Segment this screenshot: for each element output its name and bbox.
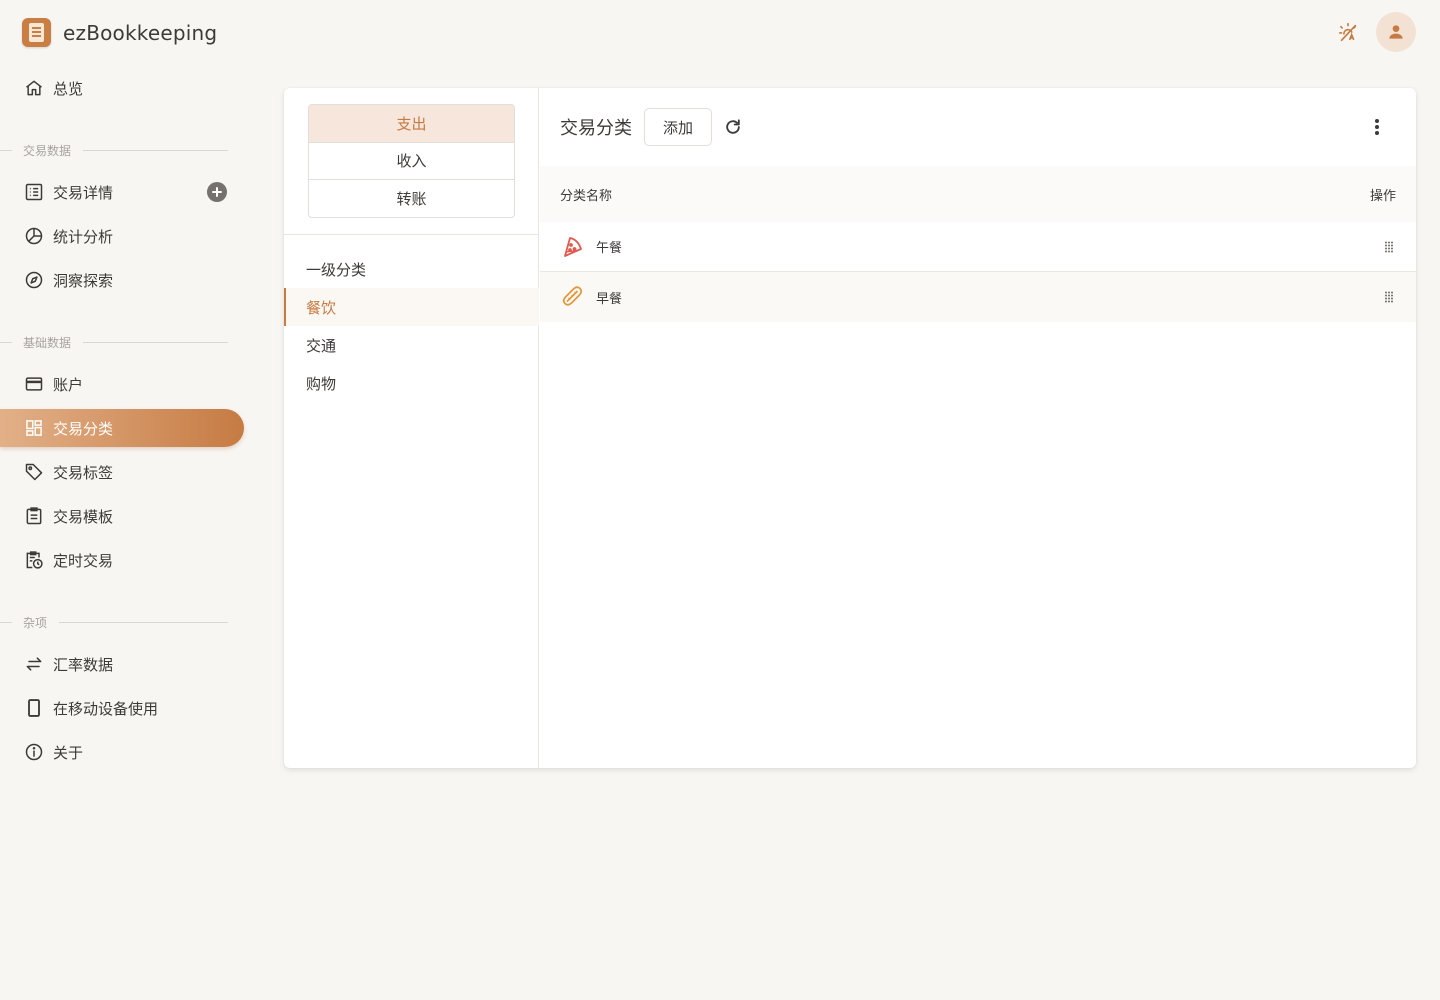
mobile-phone-icon: [23, 697, 45, 719]
plus-icon: [212, 187, 222, 197]
sidebar-item-label: 洞察探索: [53, 271, 114, 290]
compass-icon: [23, 269, 45, 291]
theme-toggle-button[interactable]: [1328, 12, 1368, 52]
sidebar-item-label: 关于: [53, 743, 84, 762]
more-vertical-icon: [1375, 119, 1379, 135]
credit-card-icon: [23, 373, 45, 395]
pie-chart-icon: [23, 225, 45, 247]
sidebar-item-overview[interactable]: 总览: [0, 69, 244, 107]
table-header: 分类名称 操作: [540, 166, 1416, 222]
section-header-misc: 杂项: [0, 614, 228, 630]
section-header-basic-data: 基础数据: [0, 334, 228, 350]
home-icon: [23, 77, 45, 99]
pizza-icon: [560, 234, 586, 260]
more-options-button[interactable]: [1358, 108, 1396, 146]
sidebar-item-label: 账户: [53, 375, 84, 394]
column-header-actions: 操作: [1369, 188, 1396, 204]
drag-handle-icon[interactable]: [1384, 291, 1394, 303]
type-button-income[interactable]: 收入: [309, 143, 514, 180]
list-details-icon: [23, 181, 45, 203]
sidebar-item-insights[interactable]: 洞察探索: [0, 261, 244, 299]
app-logo: [22, 18, 51, 47]
sidebar-item-templates[interactable]: 交易模板: [0, 497, 244, 535]
hotdog-icon: [560, 284, 586, 310]
user-avatar-button[interactable]: [1376, 12, 1416, 52]
sidebar-item-statistics[interactable]: 统计分析: [0, 217, 244, 255]
content-header: 交易分类 添加: [560, 108, 1396, 146]
category-type-toggle: 支出 收入 转账: [308, 104, 515, 218]
user-icon: [1389, 25, 1403, 39]
sidebar-item-mobile[interactable]: 在移动设备使用: [0, 689, 244, 727]
app-brand[interactable]: ezBookkeeping: [22, 18, 217, 47]
sidebar-item-label: 交易模板: [53, 507, 114, 526]
sidebar-item-label: 汇率数据: [53, 655, 114, 674]
sidebar-item-tags[interactable]: 交易标签: [0, 453, 244, 491]
drag-handle-icon[interactable]: [1384, 241, 1394, 253]
refresh-icon: [726, 119, 740, 134]
scheduled-clock-icon: [23, 549, 45, 571]
swap-arrows-icon: [23, 653, 45, 675]
sidebar-item-categories[interactable]: 交易分类: [0, 409, 244, 447]
primary-category-root[interactable]: 一级分类: [284, 250, 539, 288]
type-button-expense[interactable]: 支出: [309, 105, 514, 143]
category-nav-pane: 支出 收入 转账 一级分类 餐饮 交通 购物: [284, 88, 539, 768]
divider: [284, 234, 539, 235]
info-icon: [23, 741, 45, 763]
tag-icon: [23, 461, 45, 483]
section-header-transaction-data: 交易数据: [0, 142, 228, 158]
app-title: ezBookkeeping: [63, 20, 218, 45]
clipboard-icon: [23, 505, 45, 527]
category-grid-icon: [23, 417, 45, 439]
type-button-transfer[interactable]: 转账: [309, 180, 514, 217]
table-row[interactable]: 早餐: [540, 272, 1416, 322]
sidebar-item-label: 交易分类: [53, 419, 114, 438]
primary-category-item[interactable]: 购物: [284, 364, 539, 402]
sidebar-item-label: 在移动设备使用: [53, 699, 159, 718]
sidebar-item-label: 统计分析: [53, 227, 114, 246]
sidebar-item-transaction-details[interactable]: 交易详情: [0, 173, 244, 211]
top-right-actions: [1328, 12, 1416, 52]
sidebar-item-label: 交易标签: [53, 463, 114, 482]
add-transaction-button[interactable]: [207, 182, 227, 202]
sidebar-item-label: 交易详情: [53, 183, 114, 202]
refresh-button[interactable]: [714, 108, 752, 146]
sidebar-item-exchange-rates[interactable]: 汇率数据: [0, 645, 244, 683]
sidebar-item-accounts[interactable]: 账户: [0, 365, 244, 403]
page-title: 交易分类: [560, 118, 632, 139]
sidebar-item-label: 定时交易: [53, 551, 114, 570]
table-row[interactable]: 午餐: [540, 222, 1416, 272]
sidebar-item-scheduled[interactable]: 定时交易: [0, 541, 244, 579]
sidebar-item-about[interactable]: 关于: [0, 733, 244, 771]
primary-category-item[interactable]: 餐饮: [284, 288, 539, 326]
add-category-button[interactable]: 添加: [644, 108, 713, 146]
theme-auto-icon: [1338, 22, 1357, 42]
category-name: 早餐: [596, 291, 623, 307]
column-header-name: 分类名称: [560, 188, 613, 204]
category-name: 午餐: [596, 241, 623, 256]
category-content-pane: 交易分类 添加 分类名称 操作 午餐 早餐: [540, 88, 1416, 768]
categories-card: 支出 收入 转账 一级分类 餐饮 交通 购物 交易分类 添加 分类名称 操作 午…: [284, 88, 1416, 768]
primary-category-list: 一级分类 餐饮 交通 购物: [284, 250, 539, 402]
primary-category-item[interactable]: 交通: [284, 326, 539, 364]
sidebar-item-label: 总览: [53, 79, 84, 98]
